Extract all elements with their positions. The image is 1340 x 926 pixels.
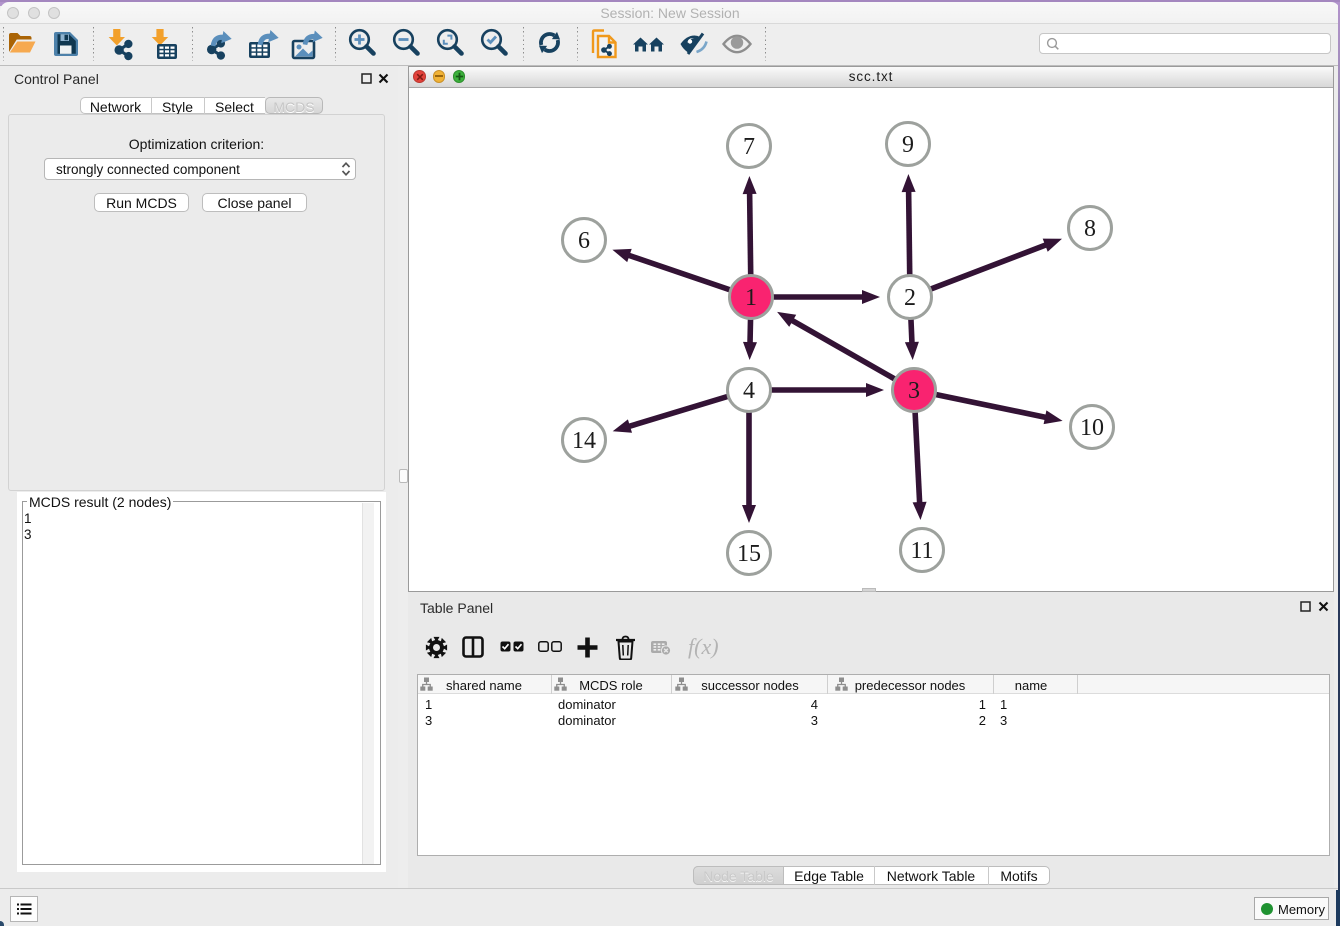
svg-text:7: 7	[743, 134, 755, 160]
svg-text:6: 6	[578, 228, 590, 254]
svg-text:8: 8	[1084, 216, 1096, 242]
svg-text:3: 3	[908, 378, 920, 404]
svg-text:11: 11	[910, 538, 933, 564]
svg-text:15: 15	[737, 541, 761, 567]
svg-text:14: 14	[572, 428, 596, 454]
svg-text:4: 4	[743, 378, 755, 404]
svg-text:2: 2	[904, 285, 916, 311]
svg-text:1: 1	[745, 285, 757, 311]
svg-text:10: 10	[1080, 415, 1104, 441]
svg-text:9: 9	[902, 132, 914, 158]
